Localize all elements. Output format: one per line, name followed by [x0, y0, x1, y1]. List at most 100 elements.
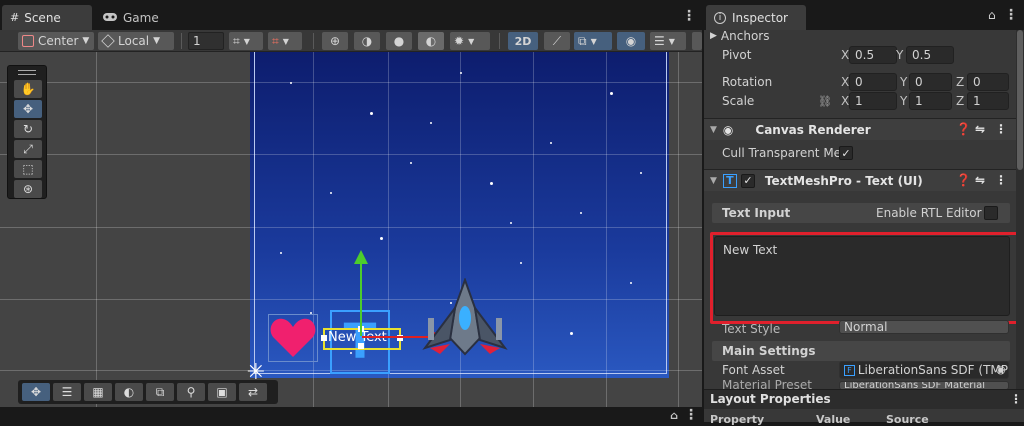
shuffle-icon: ⇄: [247, 385, 259, 399]
grid-snap-toggle[interactable]: ⌗ ▼: [229, 32, 263, 50]
component-kebab-icon[interactable]: ⋮: [995, 122, 1007, 136]
overlay-shuffle-button[interactable]: ⇄: [239, 383, 267, 401]
scene-viewport[interactable]: T New Text ✳ ✋ ✥ ↻ ⤢ ⬚ ⊛ ✥ ☰ ▦ ◐ ⧉ ⚲ ▣ ⇄: [0, 52, 702, 407]
inspector-panel: i Inspector ⌂ ⋮ ▶ Anchors Pivot X 0.5 Y …: [704, 0, 1024, 426]
spaceship-sprite[interactable]: [420, 277, 510, 358]
anchors-foldout[interactable]: ▶ Anchors: [710, 27, 769, 45]
scale-x-field[interactable]: 1: [849, 92, 897, 110]
grid-line: [0, 154, 702, 155]
rect-handle[interactable]: [358, 343, 364, 349]
effects-dropdown[interactable]: ⧉ ▼: [574, 32, 612, 50]
grid-line: [678, 52, 679, 407]
palette-drag-handle[interactable]: [18, 70, 36, 75]
textmeshpro-title: TextMeshPro - Text (UI): [764, 173, 923, 188]
grid-snap-icon: ⌗: [233, 33, 240, 48]
enable-rtl-label: Enable RTL Editor: [876, 206, 982, 220]
pivot-x-field[interactable]: 0.5: [849, 46, 897, 64]
pivot-mode-dropdown[interactable]: Center ▼: [18, 32, 94, 50]
textmeshpro-enabled-checkbox[interactable]: ✓: [740, 173, 755, 188]
text-style-dropdown[interactable]: Normal: [839, 320, 1009, 334]
overlay-toolbar: ✥ ☰ ▦ ◐ ⧉ ⚲ ▣ ⇄: [18, 380, 278, 404]
overlay-moon-button[interactable]: ◐: [115, 383, 143, 401]
overlay-grid-button[interactable]: ▦: [84, 383, 112, 401]
rotation-y-field[interactable]: 0: [909, 73, 952, 91]
grid-line: [0, 82, 702, 83]
preset-icon[interactable]: ⇋: [975, 122, 985, 136]
lock-icon[interactable]: ⌂: [669, 407, 679, 423]
rotate-tool-button[interactable]: ↻: [14, 120, 42, 138]
font-asset-icon: F: [844, 364, 855, 376]
chevron-right-icon: ▶: [710, 31, 717, 41]
layers-icon: ⧉: [578, 33, 587, 48]
component-kebab-icon[interactable]: ⋮: [995, 173, 1007, 187]
scale-y-field[interactable]: 1: [909, 92, 952, 110]
scale-y-axis-label: Y: [900, 94, 908, 108]
preset-icon[interactable]: ⇋: [975, 173, 985, 187]
font-asset-label: Font Asset: [722, 363, 785, 377]
object-picker-icon[interactable]: ◉: [996, 363, 1006, 376]
heart-sprite[interactable]: [268, 314, 318, 362]
rotation-y-axis-label: Y: [900, 75, 908, 89]
chevron-down-icon: ▼: [82, 36, 90, 46]
gizmos-dropdown[interactable]: ☰ ▼: [650, 32, 686, 50]
status-kebab-icon[interactable]: ⋮: [684, 407, 698, 423]
textmeshpro-header[interactable]: ▼ T ✓ TextMeshPro - Text (UI) ❓ ⇋ ⋮: [704, 169, 1016, 191]
toolbar-overflow[interactable]: [692, 32, 702, 50]
rect-handle[interactable]: [321, 335, 327, 341]
constrain-proportions-icon[interactable]: ⛓: [817, 93, 833, 109]
move-gizmo-y-arrow-icon[interactable]: [354, 250, 368, 264]
enable-rtl-checkbox[interactable]: [984, 206, 998, 220]
inspector-menu-kebab-icon[interactable]: ⋮: [1004, 7, 1018, 23]
tab-game[interactable]: Game: [94, 5, 164, 30]
scale-z-field[interactable]: 1: [967, 92, 1009, 110]
canvas-renderer-header[interactable]: ▼ ◉ Canvas Renderer ❓ ⇋ ⋮: [704, 118, 1016, 140]
layout-properties-columns: Property Value Source: [704, 409, 1024, 426]
mode-2d-label: 2D: [514, 34, 532, 48]
pivot-rotation-dropdown[interactable]: Local ▼: [98, 32, 174, 50]
grid-line: [0, 299, 702, 300]
rotation-z-field[interactable]: 0: [967, 73, 1009, 91]
scale-tool-button[interactable]: ⤢: [14, 140, 42, 158]
grid-line: [606, 52, 607, 407]
inspector-scrollbar-thumb[interactable]: [1017, 30, 1023, 170]
lock-icon[interactable]: ⌂: [988, 8, 996, 22]
cull-transparent-checkbox[interactable]: ✓: [839, 146, 853, 160]
stack-icon: ☰: [654, 34, 665, 48]
grid-snap-input[interactable]: 1: [188, 32, 224, 50]
eye-icon: ◉: [625, 34, 637, 48]
scene-menu-kebab-icon[interactable]: ⋮: [682, 8, 696, 24]
rect-tool-button[interactable]: ⬚: [14, 160, 42, 178]
audio-button[interactable]: ◐: [418, 32, 444, 50]
visibility-toggle[interactable]: ◉: [617, 32, 645, 50]
transform-tool-button[interactable]: ⊛: [14, 180, 42, 198]
rotation-x-axis-label: X: [841, 75, 850, 89]
layout-kebab-icon[interactable]: ⋮: [1010, 392, 1022, 406]
debug-dropdown[interactable]: ✹ ▼: [450, 32, 490, 50]
scene-toolbar: Center ▼ Local ▼ 1 ⌗ ▼ ⌗ ▼ ⊕ ◑ ● ◐ ✹ ▼ 2D ⟋…: [0, 30, 702, 52]
tab-scene[interactable]: # Scene: [2, 5, 92, 30]
mode-2d-button[interactable]: 2D: [508, 32, 538, 50]
move-tool-button[interactable]: ✥: [14, 100, 42, 118]
move-gizmo-y-axis[interactable]: [360, 262, 362, 336]
crosshair-icon: ⊕: [329, 34, 341, 48]
lighting-toggle[interactable]: ⟋: [544, 32, 570, 50]
layout-properties-header[interactable]: Layout Properties ⋮: [704, 389, 1024, 409]
pivot-icon: [22, 35, 34, 47]
rotation-x-field[interactable]: 0: [849, 73, 897, 91]
pivot-y-field[interactable]: 0.5: [906, 46, 954, 64]
chevron-down-icon: ▼: [710, 175, 717, 186]
overlay-align-button[interactable]: ☰: [53, 383, 81, 401]
overlay-search-button[interactable]: ⚲: [177, 383, 205, 401]
help-icon[interactable]: ❓: [956, 122, 971, 136]
draw-mode-button[interactable]: ⊕: [322, 32, 348, 50]
font-asset-field[interactable]: F LiberationSans SDF (TMP ◉: [839, 361, 1009, 379]
increment-snap-toggle[interactable]: ⌗ ▼: [268, 32, 302, 50]
shading-mode-button[interactable]: ◑: [354, 32, 380, 50]
overlay-layers-button[interactable]: ⧉: [146, 383, 174, 401]
hand-tool-button[interactable]: ✋: [14, 80, 42, 98]
lighting-button[interactable]: ●: [386, 32, 412, 50]
move-icon: ✥: [22, 102, 34, 116]
overlay-move-button[interactable]: ✥: [22, 383, 50, 401]
help-icon[interactable]: ❓: [956, 173, 971, 187]
overlay-camera-button[interactable]: ▣: [208, 383, 236, 401]
